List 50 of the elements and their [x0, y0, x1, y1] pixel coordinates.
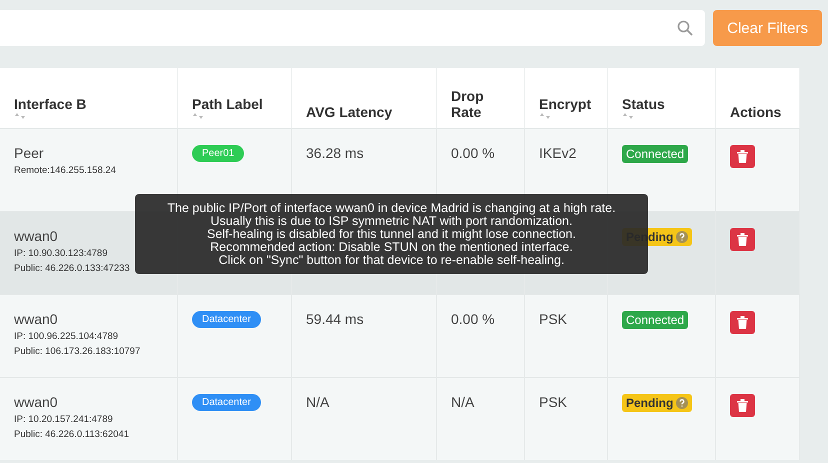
latency-value: N/A: [306, 394, 330, 410]
path-label-tag: Peer01: [192, 145, 244, 162]
delete-button[interactable]: [730, 145, 755, 168]
drop-rate-value: N/A: [451, 394, 474, 410]
trash-icon: [737, 316, 748, 329]
status-badge: Connected: [622, 311, 688, 329]
interface-address: Public: 46.226.0.133:47233: [14, 263, 130, 274]
interface-address: IP: 10.20.157.241:4789: [14, 414, 113, 425]
column-header: Drop Rate: [451, 88, 485, 120]
column-header: AVG Latency: [306, 104, 394, 120]
column-header: Status: [622, 96, 666, 112]
search-field[interactable]: [0, 10, 706, 46]
encryption-value: PSK: [539, 394, 568, 410]
drop-rate-value: 0.00 %: [451, 145, 495, 161]
sort-icon[interactable]: [14, 112, 26, 120]
interface-address: Remote:146.255.158.24: [14, 165, 116, 176]
latency-value: 59.44 ms: [306, 311, 364, 327]
sort-icon[interactable]: [539, 112, 551, 120]
interface-address: IP: 100.96.225.104:4789: [14, 331, 118, 342]
delete-button[interactable]: [730, 228, 755, 251]
column-header: Path Label: [192, 96, 264, 112]
column-header: Interface B: [14, 96, 88, 112]
path-label-tag: Datacenter: [192, 394, 261, 411]
status-badge: Connected: [622, 145, 688, 163]
interface-address: Public: 106.173.26.183:10797: [14, 346, 140, 357]
path-label-tag: Datacenter: [192, 311, 261, 328]
sort-icon[interactable]: [192, 112, 204, 120]
delete-button[interactable]: [730, 394, 755, 417]
interface-address: IP: 10.90.30.123:4789: [14, 248, 108, 259]
column-header: Actions: [730, 104, 782, 120]
delete-button[interactable]: [730, 311, 755, 334]
encryption-value: PSK: [539, 311, 568, 327]
trash-icon: [737, 150, 748, 163]
help-icon: [676, 397, 688, 409]
drop-rate-value: 0.00 %: [451, 311, 495, 327]
search-icon: [677, 20, 694, 36]
latency-value: 36.28 ms: [306, 145, 364, 161]
clear-filters-button[interactable]: Clear Filters: [713, 10, 822, 46]
column-header: Encrypt: [539, 96, 592, 112]
help-icon: [676, 231, 688, 243]
interface-address: Public: 46.226.0.113:62041: [14, 429, 129, 440]
interface-name: wwan0: [14, 394, 58, 410]
interface-name: wwan0: [14, 228, 58, 244]
status-badge: Pending: [622, 394, 692, 412]
trash-icon: [737, 233, 748, 246]
encryption-value: IKEv2: [539, 145, 576, 161]
sort-icon[interactable]: [622, 112, 634, 120]
interface-name: wwan0: [14, 311, 58, 327]
trash-icon: [737, 399, 748, 412]
interface-name: Peer: [14, 145, 44, 161]
